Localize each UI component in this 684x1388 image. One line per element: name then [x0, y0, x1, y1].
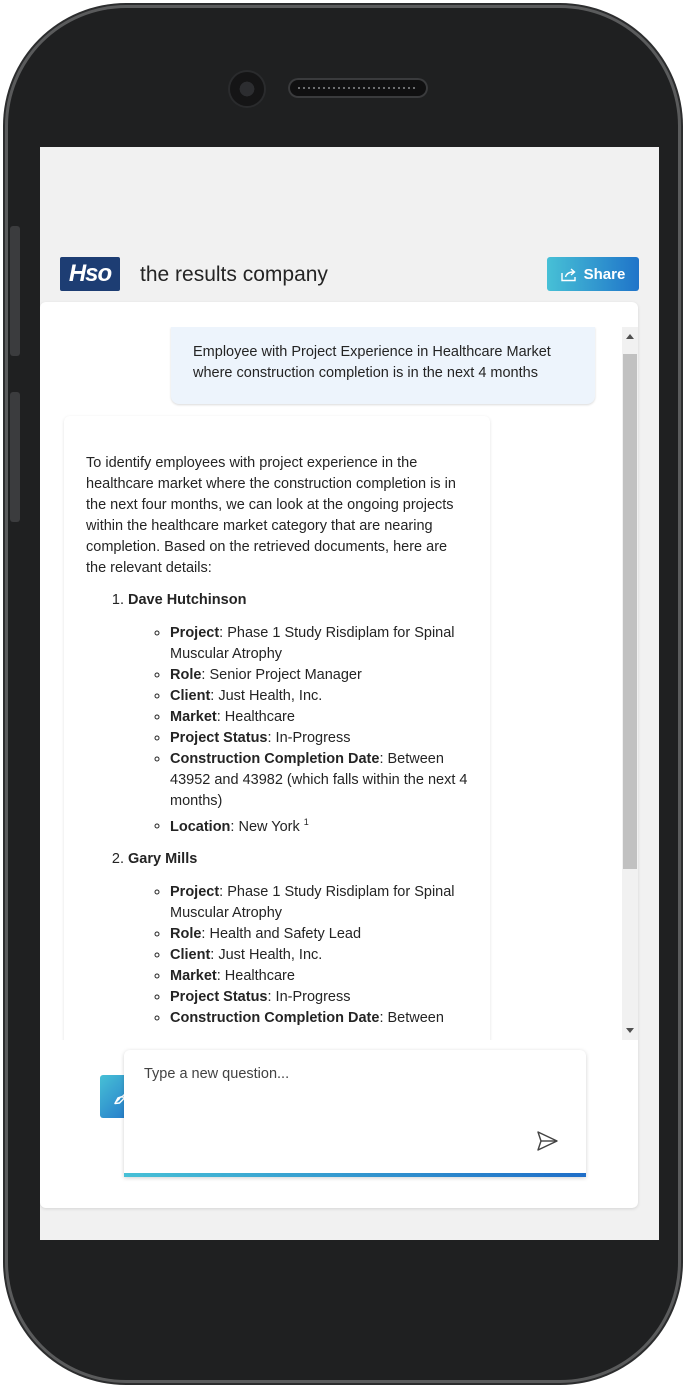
detail-item: Project Status: In-Progress: [170, 728, 468, 749]
detail-item: Role: Health and Safety Lead: [170, 924, 468, 945]
detail-value: : Senior Project Manager: [201, 667, 362, 684]
detail-item: Client: Just Health, Inc.: [170, 945, 468, 966]
brand-tagline: the results company: [140, 263, 328, 286]
detail-value: : Healthcare: [216, 967, 295, 984]
share-icon: [560, 267, 576, 281]
detail-value: : Just Health, Inc.: [210, 946, 323, 963]
detail-value: : Health and Safety Lead: [201, 925, 362, 942]
app-screen: Hso the results company Share Employee w…: [40, 147, 659, 1240]
employee-item: Dave Hutchinson Project: Phase 1 Study R…: [128, 590, 468, 837]
employee-details: Project: Phase 1 Study Risdiplam for Spi…: [128, 623, 468, 837]
question-composer: [124, 1050, 586, 1177]
composer-accent-line: [124, 1173, 586, 1177]
volume-button: [10, 226, 20, 356]
detail-label: Role: [170, 667, 202, 684]
earpiece-speaker: [288, 78, 428, 98]
chat-card: Employee with Project Experience in Heal…: [40, 302, 638, 1208]
detail-item: Location: New York 1: [170, 812, 468, 838]
detail-label: Location: [170, 818, 231, 835]
scroll-thumb[interactable]: [623, 354, 637, 869]
detail-item: Construction Completion Date: Between 43…: [170, 749, 468, 812]
detail-label: Project: [170, 625, 220, 642]
power-button: [10, 392, 20, 522]
detail-label: Project Status: [170, 988, 268, 1005]
employee-list: Dave Hutchinson Project: Phase 1 Study R…: [86, 590, 468, 1028]
chat-scrollbar[interactable]: [622, 327, 638, 1040]
front-camera: [230, 72, 264, 106]
detail-item: Project Status: In-Progress: [170, 987, 468, 1008]
detail-label: Project: [170, 884, 220, 901]
app-header: Hso the results company Share: [40, 255, 659, 295]
assistant-message: To identify employees with project exper…: [64, 416, 490, 1040]
chat-messages[interactable]: Employee with Project Experience in Heal…: [40, 327, 622, 1040]
send-icon[interactable]: [534, 1128, 560, 1154]
share-button[interactable]: Share: [547, 257, 639, 291]
share-label: Share: [583, 265, 626, 283]
detail-item: Construction Completion Date: Between: [170, 1008, 468, 1029]
detail-value: : New York: [230, 818, 304, 835]
detail-item: Market: Healthcare: [170, 707, 468, 728]
question-input[interactable]: [144, 1066, 544, 1126]
detail-label: Client: [170, 946, 211, 963]
detail-item: Client: Just Health, Inc.: [170, 686, 468, 707]
employee-name: Dave Hutchinson: [128, 592, 247, 609]
detail-label: Construction Completion Date: [170, 1009, 380, 1026]
detail-item: Market: Healthcare: [170, 966, 468, 987]
detail-label: Client: [170, 688, 211, 705]
scroll-up-arrow[interactable]: [626, 334, 634, 339]
detail-label: Market: [170, 967, 217, 984]
detail-item: Project: Phase 1 Study Risdiplam for Spi…: [170, 882, 468, 924]
detail-label: Construction Completion Date: [170, 750, 380, 767]
employee-item: Gary Mills Project: Phase 1 Study Risdip…: [128, 849, 468, 1028]
detail-value: : Between: [379, 1009, 444, 1026]
employee-details: Project: Phase 1 Study Risdiplam for Spi…: [128, 882, 468, 1028]
user-message: Employee with Project Experience in Heal…: [171, 327, 595, 404]
detail-value: : Healthcare: [216, 708, 295, 725]
detail-value: : In-Progress: [267, 729, 351, 746]
scroll-down-arrow[interactable]: [626, 1028, 634, 1033]
employee-name: Gary Mills: [128, 851, 198, 868]
detail-label: Market: [170, 708, 217, 725]
detail-value: : In-Progress: [267, 988, 351, 1005]
brand-logo: Hso: [60, 257, 120, 291]
detail-label: Project Status: [170, 729, 268, 746]
assistant-intro: To identify employees with project exper…: [86, 455, 456, 576]
detail-item: Role: Senior Project Manager: [170, 665, 468, 686]
detail-label: Role: [170, 925, 202, 942]
detail-item: Project: Phase 1 Study Risdiplam for Spi…: [170, 623, 468, 665]
citation-link[interactable]: 1: [304, 817, 309, 827]
detail-value: : Just Health, Inc.: [210, 688, 323, 705]
